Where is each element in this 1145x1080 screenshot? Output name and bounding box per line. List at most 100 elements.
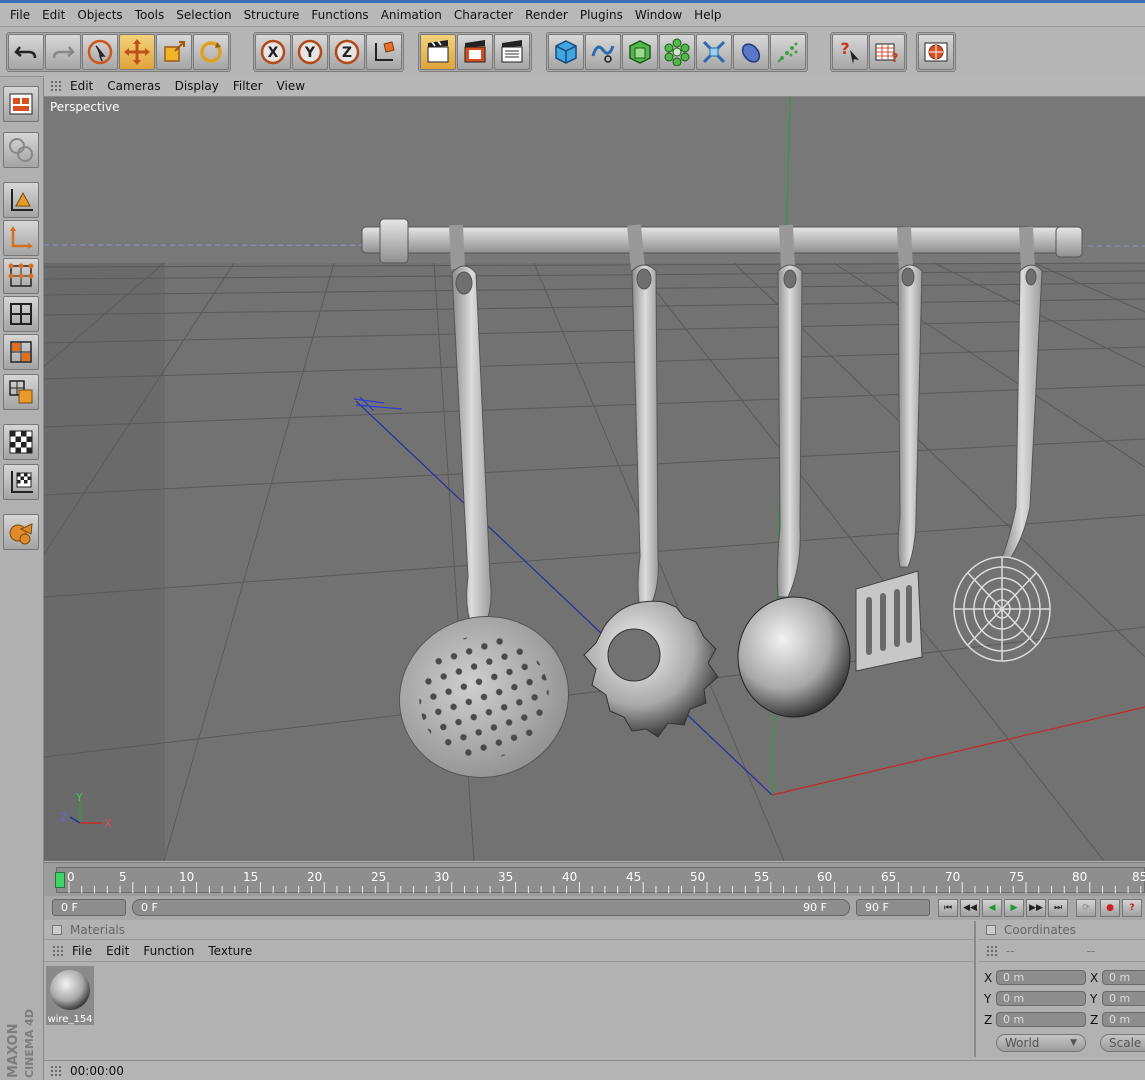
keyframe-selection-button[interactable]: ⟳ xyxy=(1076,899,1096,917)
current-frame-field[interactable]: 0 F xyxy=(52,899,126,916)
points-mode-icon xyxy=(8,263,34,287)
menu-animation[interactable]: Animation xyxy=(375,8,448,22)
tick-label-45: 45 xyxy=(626,870,642,884)
menu-objects[interactable]: Objects xyxy=(71,8,128,22)
render-settings-button[interactable] xyxy=(494,34,530,70)
menu-render[interactable]: Render xyxy=(519,8,574,22)
viewport-camera-label[interactable]: Perspective xyxy=(50,100,120,114)
position-y-field[interactable]: 0 m xyxy=(996,991,1086,1006)
material-swatch[interactable]: wire_154 xyxy=(46,966,94,1028)
render-view-button[interactable] xyxy=(420,34,456,70)
nurbs-button[interactable] xyxy=(622,34,658,70)
size-x-field[interactable]: 0 m xyxy=(1102,970,1145,985)
menu-functions[interactable]: Functions xyxy=(305,8,374,22)
model-mode-icon xyxy=(9,93,33,115)
preview-range-slider[interactable]: 0 F 90 F xyxy=(132,899,850,916)
use-model-mode-button[interactable] xyxy=(3,374,39,410)
timeline-ruler[interactable]: 0 5 10 15 20 25 30 35 40 45 50 55 60 65 … xyxy=(55,867,1145,893)
menu-plugins[interactable]: Plugins xyxy=(574,8,629,22)
spline-button[interactable] xyxy=(585,34,621,70)
edges-mode-button[interactable] xyxy=(3,296,39,332)
viewport-menu-cameras[interactable]: Cameras xyxy=(107,79,160,93)
viewport-menu-display[interactable]: Display xyxy=(175,79,219,93)
viewport-scene[interactable]: Y Z X xyxy=(44,97,1145,861)
coord-axis-z-label: Z xyxy=(984,1013,993,1027)
texture-mode-button[interactable] xyxy=(3,132,39,168)
timeline-playhead[interactable] xyxy=(55,872,65,888)
materials-grip-icon[interactable] xyxy=(52,944,64,957)
model-mode-button[interactable] xyxy=(3,86,39,122)
materials-menu-file[interactable]: File xyxy=(72,944,92,958)
menu-edit[interactable]: Edit xyxy=(36,8,71,22)
axis-mode-button[interactable] xyxy=(3,220,39,256)
keyframe-selection-icon: ⟳ xyxy=(1082,903,1090,913)
autokey-button[interactable]: ? xyxy=(1122,899,1142,917)
materials-panel-toggle[interactable] xyxy=(52,925,62,935)
y-axis-button[interactable]: Y xyxy=(292,34,328,70)
menu-window[interactable]: Window xyxy=(629,8,688,22)
move-button[interactable] xyxy=(119,34,155,70)
prev-frame-button[interactable]: ◀◀ xyxy=(960,899,980,917)
viewport-menubar: Edit Cameras Display Filter View xyxy=(44,76,1145,97)
coordinates-grip-icon[interactable] xyxy=(986,944,998,957)
coordinate-space-dropdown[interactable]: World ▼ xyxy=(996,1034,1086,1052)
z-axis-button[interactable]: Z xyxy=(329,34,365,70)
menu-structure[interactable]: Structure xyxy=(238,8,306,22)
menu-character[interactable]: Character xyxy=(448,8,519,22)
sculpt-icon xyxy=(9,523,33,545)
scale-mode-dropdown[interactable]: Scale xyxy=(1100,1034,1145,1052)
x-axis-button[interactable]: X xyxy=(255,34,291,70)
size-y-field[interactable]: 0 m xyxy=(1102,991,1145,1006)
panel-grip-icon[interactable] xyxy=(50,80,62,92)
menu-help[interactable]: Help xyxy=(688,8,727,22)
sculpt-button[interactable] xyxy=(3,514,39,550)
redo-icon xyxy=(52,46,75,59)
polygons-mode-button[interactable] xyxy=(3,334,39,370)
svg-text:Y: Y xyxy=(304,45,316,61)
perspective-viewport[interactable]: Y Z X Perspective xyxy=(44,97,1145,861)
info-table-button[interactable]: ? xyxy=(869,34,905,70)
texture-axis-button[interactable] xyxy=(3,464,39,500)
scale-button[interactable] xyxy=(156,34,192,70)
points-mode-button[interactable] xyxy=(3,258,39,294)
menu-tools[interactable]: Tools xyxy=(129,8,171,22)
goto-end-button[interactable]: ⏭ xyxy=(1048,899,1068,917)
checker-mode-button[interactable] xyxy=(3,424,39,460)
array-button[interactable] xyxy=(659,34,695,70)
particle-button[interactable] xyxy=(770,34,806,70)
viewport-menu-edit[interactable]: Edit xyxy=(70,79,93,93)
next-frame-button[interactable]: ▶▶ xyxy=(1026,899,1046,917)
live-selection-button[interactable] xyxy=(82,34,118,70)
viewport-menu-view[interactable]: View xyxy=(277,79,305,93)
tick-label-40: 40 xyxy=(562,870,578,884)
end-frame-field[interactable]: 90 F xyxy=(856,899,930,916)
cube-icon xyxy=(555,40,577,64)
world-coordinates-button[interactable] xyxy=(366,34,402,70)
layout-button[interactable] xyxy=(918,34,954,70)
render-picture-viewer-button[interactable] xyxy=(457,34,493,70)
materials-menu-function[interactable]: Function xyxy=(143,944,194,958)
rotate-button[interactable] xyxy=(193,34,229,70)
position-x-field[interactable]: 0 m xyxy=(996,970,1086,985)
menu-file[interactable]: File xyxy=(4,8,36,22)
record-button[interactable]: ● xyxy=(1100,899,1120,917)
viewport-menu-filter[interactable]: Filter xyxy=(233,79,263,93)
checker-icon xyxy=(9,430,33,454)
materials-menu-edit[interactable]: Edit xyxy=(106,944,129,958)
redo-button[interactable] xyxy=(45,34,81,70)
play-backward-button[interactable]: ◀ xyxy=(982,899,1002,917)
materials-menu-texture[interactable]: Texture xyxy=(208,944,252,958)
goto-start-button[interactable]: ⏮ xyxy=(938,899,958,917)
logo-line-1: MAXON xyxy=(6,1024,21,1079)
position-z-field[interactable]: 0 m xyxy=(996,1012,1086,1027)
object-axis-button[interactable] xyxy=(3,182,39,218)
play-forward-button[interactable]: ▶ xyxy=(1004,899,1024,917)
scene-button[interactable] xyxy=(733,34,769,70)
coordinates-panel-toggle[interactable] xyxy=(986,925,996,935)
size-z-field[interactable]: 0 m xyxy=(1102,1012,1145,1027)
deformer-button[interactable] xyxy=(696,34,732,70)
menu-selection[interactable]: Selection xyxy=(170,8,237,22)
undo-button[interactable] xyxy=(8,34,44,70)
cube-button[interactable] xyxy=(548,34,584,70)
help-pointer-button[interactable]: ? xyxy=(832,34,868,70)
